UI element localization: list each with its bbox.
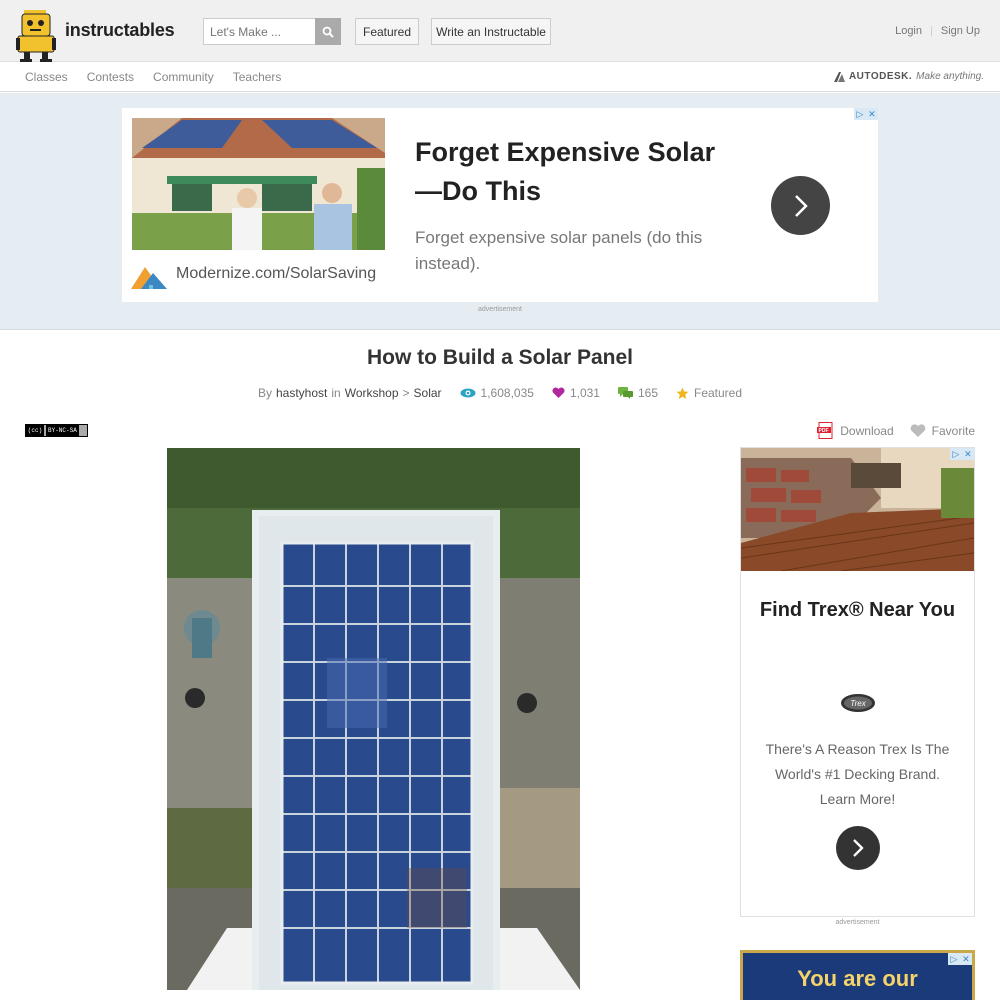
license-badge[interactable]: (cc) BY-NC-SA — [25, 424, 88, 437]
nav-item-teachers[interactable]: Teachers — [233, 70, 282, 84]
search-button[interactable] — [315, 18, 341, 45]
views-count: 1,608,035 — [480, 386, 534, 400]
trex-deck-photo — [741, 448, 974, 571]
search-input[interactable] — [203, 18, 315, 45]
search-box — [203, 18, 341, 45]
autodesk-link[interactable]: AUTODESK. Make anything. — [833, 71, 984, 82]
author-link[interactable]: hastyhost — [276, 386, 327, 400]
autodesk-tagline: Make anything. — [916, 71, 984, 82]
ad-title[interactable]: Forget Expensive Solar—Do This — [415, 133, 735, 211]
nav-items: Classes Contests Community Teachers — [25, 70, 281, 84]
eye-icon — [460, 388, 476, 398]
svg-text:PDF: PDF — [819, 428, 829, 434]
ad-label: advertisement — [478, 306, 522, 313]
comments-stat: 165 — [617, 386, 658, 400]
sidebar-ad-2[interactable]: You are our ▷ ✕ — [740, 950, 975, 1000]
article-meta: By hastyhost in Workshop > Solar 1,608,0… — [0, 386, 1000, 400]
breadcrumb-separator: > — [402, 386, 410, 400]
featured-stat: Featured — [676, 386, 742, 400]
ad-house-photo — [132, 118, 385, 250]
side-ad-label: advertisement — [835, 919, 880, 926]
favorite-button[interactable]: Favorite — [910, 424, 975, 438]
svg-text:Trex: Trex — [850, 699, 866, 708]
nav-item-contests[interactable]: Contests — [87, 70, 134, 84]
in-label: in — [331, 386, 341, 400]
subcategory-link[interactable]: Solar — [414, 386, 442, 400]
top-header: instructables Featured Write an Instruct… — [0, 0, 1000, 62]
favorites-count: 1,031 — [569, 386, 600, 400]
views-stat: 1,608,035 — [460, 386, 534, 400]
star-icon — [676, 387, 689, 399]
license-terms: BY-NC-SA — [46, 425, 79, 436]
by-label: By — [257, 386, 272, 400]
ad-next-button[interactable] — [771, 176, 830, 235]
article-actions: PDF Download Favorite — [817, 422, 975, 439]
download-button[interactable]: PDF Download — [817, 422, 894, 439]
auth-links: Login | Sign Up — [895, 25, 980, 37]
autodesk-brand: AUTODESK. — [848, 71, 913, 82]
top-ad[interactable]: Modernize.com/SolarSaving Forget Expensi… — [122, 108, 878, 302]
heart-icon — [552, 387, 565, 398]
adchoices-icon[interactable]: ▷ ✕ — [854, 108, 878, 120]
instructables-robot-logo[interactable] — [14, 6, 64, 62]
download-label: Download — [840, 423, 894, 438]
side-ad-title[interactable]: Find Trex® Near You — [751, 594, 964, 627]
comments-count: 165 — [637, 386, 658, 400]
autodesk-logo-icon — [833, 71, 845, 82]
site-name[interactable]: instructables — [65, 20, 175, 41]
login-link[interactable]: Login — [895, 25, 922, 37]
write-instructable-button[interactable]: Write an Instructable — [431, 18, 551, 45]
featured-label: Featured — [694, 386, 743, 400]
search-icon — [322, 26, 334, 38]
favorite-label: Favorite — [931, 423, 975, 438]
side-ad-description: There's A Reason Trex Is The World's #1 … — [765, 741, 950, 807]
cc-icon: (cc) — [26, 425, 44, 436]
favorites-stat: 1,031 — [552, 386, 600, 400]
featured-button[interactable]: Featured — [355, 18, 419, 45]
nav-item-community[interactable]: Community — [153, 70, 214, 84]
category-link[interactable]: Workshop — [345, 386, 399, 400]
ad-url[interactable]: Modernize.com/SolarSaving — [176, 265, 376, 283]
trex-logo-icon: Trex — [841, 694, 875, 712]
modernize-logo-icon — [131, 267, 167, 289]
side-ad-next-button[interactable] — [836, 826, 880, 870]
signup-link[interactable]: Sign Up — [941, 25, 980, 37]
top-ad-band: Modernize.com/SolarSaving Forget Expensi… — [0, 93, 1000, 330]
solar-panel-photo[interactable] — [167, 448, 580, 990]
page-title: How to Build a Solar Panel — [366, 346, 634, 369]
secondary-nav: Classes Contests Community Teachers AUTO… — [0, 62, 1000, 92]
pdf-icon: PDF — [817, 422, 833, 439]
heart-outline-icon — [910, 423, 925, 437]
adchoices-icon[interactable]: ▷ ✕ — [948, 953, 972, 965]
divider: | — [930, 25, 933, 37]
adchoices-icon[interactable]: ▷ ✕ — [950, 448, 974, 460]
sidebar-ad[interactable]: ▷ ✕ Find Trex® Near You Trex There's A Re… — [740, 447, 975, 917]
nav-item-classes[interactable]: Classes — [25, 70, 68, 84]
chevron-right-icon — [853, 839, 864, 857]
ad-description: Forget expensive solar panels (do this i… — [415, 228, 703, 273]
chevron-right-icon — [794, 194, 808, 217]
comments-icon — [617, 387, 633, 399]
side-ad2-headline: You are our — [797, 966, 918, 991]
